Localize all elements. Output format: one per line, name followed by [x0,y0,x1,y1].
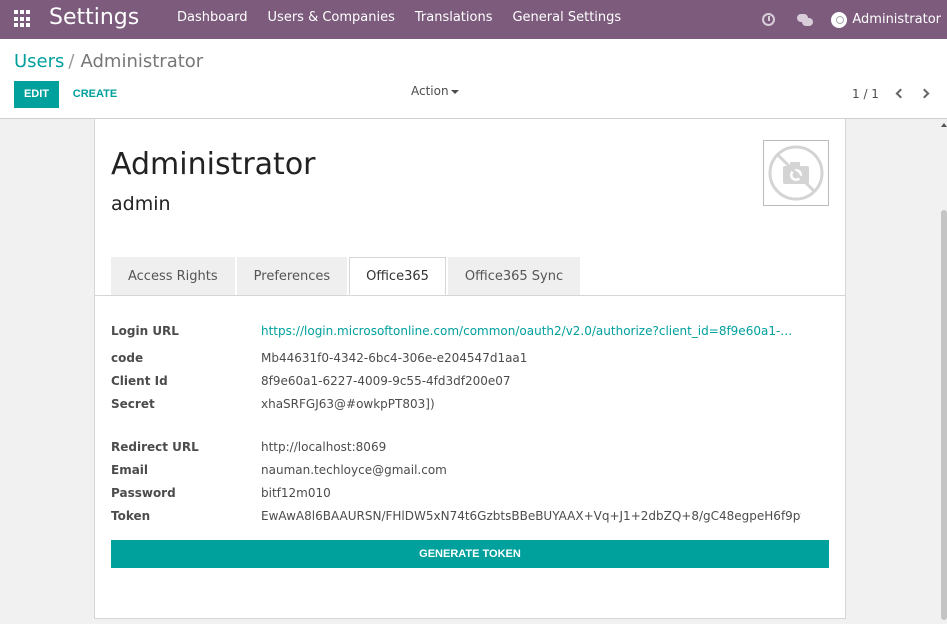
field-label: Password [111,486,176,500]
apps-grid-icon[interactable] [14,10,32,28]
tab-access-rights[interactable]: Access Rights [111,257,235,295]
field-value: 8f9e60a1-6227-4009-9c55-4fd3df200e07 [261,374,511,388]
menu-item-general-settings[interactable]: General Settings [502,0,631,39]
page-scrollbar[interactable] [940,120,947,624]
record-login: admin [111,193,171,215]
action-dropdown[interactable]: Action [411,84,459,98]
caret-down-icon [450,89,459,94]
menu-item-translations[interactable]: Translations [405,0,503,39]
systray: Administrator [762,0,947,39]
user-photo[interactable] [763,140,829,206]
field-value: xhaSRFGJ63@#owkpPT803]) [261,397,435,411]
field-label: Redirect URL [111,440,199,454]
field-label: Secret [111,397,155,411]
tab-preferences[interactable]: Preferences [236,257,348,295]
form-tabs: Access Rights Preferences Office365 Offi… [111,257,582,295]
field-value: http://localhost:8069 [261,440,387,454]
chevron-right-icon [919,88,930,99]
field-label: Token [111,509,151,523]
record-title: Administrator [111,147,316,182]
generate-token-button[interactable]: GENERATE TOKEN [111,540,829,568]
field-label: Email [111,463,149,477]
activity-clock-icon[interactable] [762,13,776,26]
top-navbar: Settings Dashboard Users & Companies Tra… [0,0,947,39]
tab-office365-sync[interactable]: Office365 Sync [447,257,581,295]
pager-next-button[interactable] [919,88,932,100]
scroll-up-arrow-icon[interactable] [941,123,947,127]
no-camera-icon [768,145,824,201]
field-label: Login URL [111,324,179,338]
tab-divider [95,295,846,296]
form-sheet: Administrator admin Access Rights Prefer… [94,119,846,619]
breadcrumb-separator: / [68,51,75,72]
user-menu[interactable]: Administrator [852,12,941,27]
menu-item-dashboard[interactable]: Dashboard [167,0,258,39]
field-label: code [111,351,144,365]
scrollbar-thumb[interactable] [941,210,947,620]
tab-office365[interactable]: Office365 [349,257,446,295]
field-value: Mb44631f0-4342-6bc4-306e-e204547d1aa1 [261,351,528,365]
breadcrumb-users-link[interactable]: Users [14,51,64,72]
app-title: Settings [49,5,140,30]
control-panel: Users / Administrator EDIT CREATE Action 1… [0,39,947,119]
field-token: Token EwAwA8l6BAAURSN/FHlDW5xN74t6GzbtsB… [111,509,801,527]
breadcrumb: Users / Administrator [14,51,203,72]
action-label: Action [411,84,449,98]
pager-previous-button[interactable] [894,88,906,100]
user-avatar[interactable] [831,11,848,28]
breadcrumb-current: Administrator [80,51,204,72]
pager-value: 1 / 1 [852,87,879,101]
edit-button[interactable]: EDIT [14,81,59,108]
field-label: Client Id [111,374,168,388]
main-menu: Dashboard Users & Companies Translations… [167,0,631,39]
field-value: nauman.techloyce@gmail.com [261,463,447,477]
field-value: EwAwA8l6BAAURSN/FHlDW5xN74t6GzbtsBBeBUYA… [261,509,801,523]
messaging-chat-icon[interactable] [797,13,814,26]
chevron-left-icon [895,88,906,99]
create-button[interactable]: CREATE [64,81,126,108]
field-value: bitf12m010 [261,486,331,500]
login-url-link[interactable]: https://login.microsoftonline.com/common… [261,324,792,338]
menu-item-users-companies[interactable]: Users & Companies [258,0,405,39]
